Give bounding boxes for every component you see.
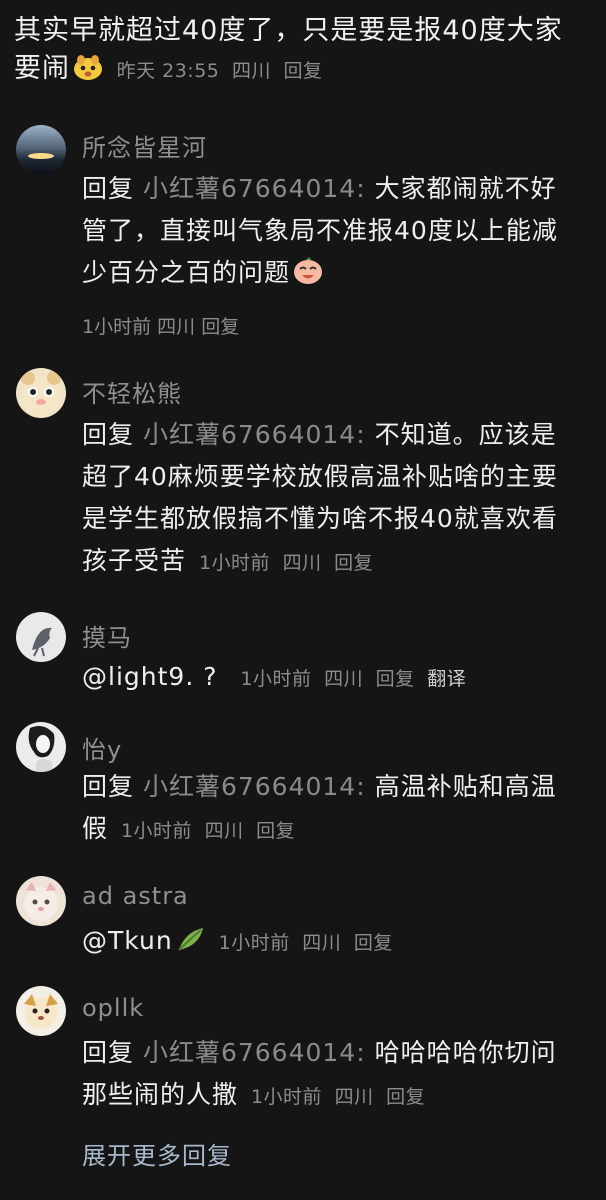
reply-location: 四川: [334, 1086, 374, 1108]
bird-icon: [32, 627, 52, 657]
reply-button[interactable]: 回复: [376, 668, 415, 690]
username[interactable]: opllk: [82, 994, 144, 1022]
username[interactable]: ad astra: [82, 882, 189, 910]
main-comment: 其实早就超过40度了，只是要是报40度大家要闹 昨天 23:55 四川 回复: [14, 12, 584, 90]
reply-time: 1小时前: [120, 820, 193, 842]
reply-location: 四川: [302, 932, 342, 954]
reply-button[interactable]: 回复: [386, 1086, 425, 1108]
username[interactable]: 所念皆星河: [82, 128, 207, 163]
leaf-emoji: [177, 928, 203, 951]
reply-location: 四川: [324, 668, 364, 690]
avatar[interactable]: [16, 986, 66, 1036]
reply-time: 1小时前: [240, 668, 312, 690]
reply-prefix: 回复: [82, 1038, 135, 1067]
reply-button[interactable]: 回复: [334, 552, 373, 574]
reply-content: @Tkun: [82, 926, 173, 955]
bear-face-icon: [21, 371, 61, 415]
reply-text: 回复 小红薯67664014: 不知道。应该是超了40麻烦要学校放假高温补贴啥的…: [82, 414, 582, 584]
reply-button[interactable]: 回复: [256, 820, 295, 842]
reply-text: 回复 小红薯67664014: 大家都闹就不好管了，直接叫气象局不准报40度以上…: [82, 168, 582, 294]
reply-location: 四川: [157, 316, 196, 338]
dog-face-emoji: [74, 55, 102, 80]
reply-prefix: 回复: [82, 772, 135, 801]
avatar[interactable]: [16, 612, 66, 662]
avatar[interactable]: [16, 876, 66, 926]
reply-target-user[interactable]: 小红薯67664014:: [143, 420, 366, 449]
reply-text: @light9. ? 1小时前 四川 回复 翻译: [82, 656, 582, 700]
person-sketch-icon: [28, 726, 55, 772]
main-comment-reply-button[interactable]: 回复: [284, 60, 323, 82]
reply-button[interactable]: 回复: [354, 932, 393, 954]
avatar[interactable]: [16, 368, 66, 418]
expand-more-replies-button[interactable]: 展开更多回复: [82, 1136, 232, 1171]
reply-time: 1小时前: [82, 316, 152, 338]
reply-text: @Tkun 1小时前 四川 回复: [82, 920, 582, 964]
reply-content: @light9. ?: [82, 662, 218, 691]
username[interactable]: 摸马: [82, 618, 132, 653]
reply-location: 四川: [282, 552, 322, 574]
username[interactable]: 怡y: [82, 730, 122, 765]
translate-button[interactable]: 翻译: [427, 668, 466, 690]
avatar[interactable]: [16, 722, 66, 772]
main-comment-time: 昨天 23:55: [116, 60, 220, 82]
reply-text: 回复 小红薯67664014: 高温补贴和高温假 1小时前 四川 回复: [82, 766, 582, 852]
reply-meta: 1小时前 四川 回复: [82, 312, 239, 339]
reply-time: 1小时前: [198, 552, 271, 574]
reply-text: 回复 小红薯67664014: 哈哈哈哈你切问那些闹的人撒 1小时前 四川 回复: [82, 1032, 582, 1118]
dog-avatar-icon: [24, 994, 58, 1029]
reply-time: 1小时前: [250, 1086, 323, 1108]
cat-photo-icon: [24, 882, 58, 921]
reply-location: 四川: [204, 820, 244, 842]
reply-target-user[interactable]: 小红薯67664014:: [143, 772, 366, 801]
reply-button[interactable]: 回复: [201, 316, 239, 338]
laughing-face-emoji: [294, 257, 323, 284]
reply-prefix: 回复: [82, 174, 135, 203]
main-comment-location: 四川: [231, 60, 271, 82]
reply-time: 1小时前: [218, 932, 290, 954]
avatar[interactable]: [16, 125, 66, 175]
night-sky-icon: [28, 153, 54, 159]
reply-target-user[interactable]: 小红薯67664014:: [143, 174, 366, 203]
reply-prefix: 回复: [82, 420, 135, 449]
username[interactable]: 不轻松熊: [82, 374, 182, 409]
reply-target-user[interactable]: 小红薯67664014:: [143, 1038, 366, 1067]
